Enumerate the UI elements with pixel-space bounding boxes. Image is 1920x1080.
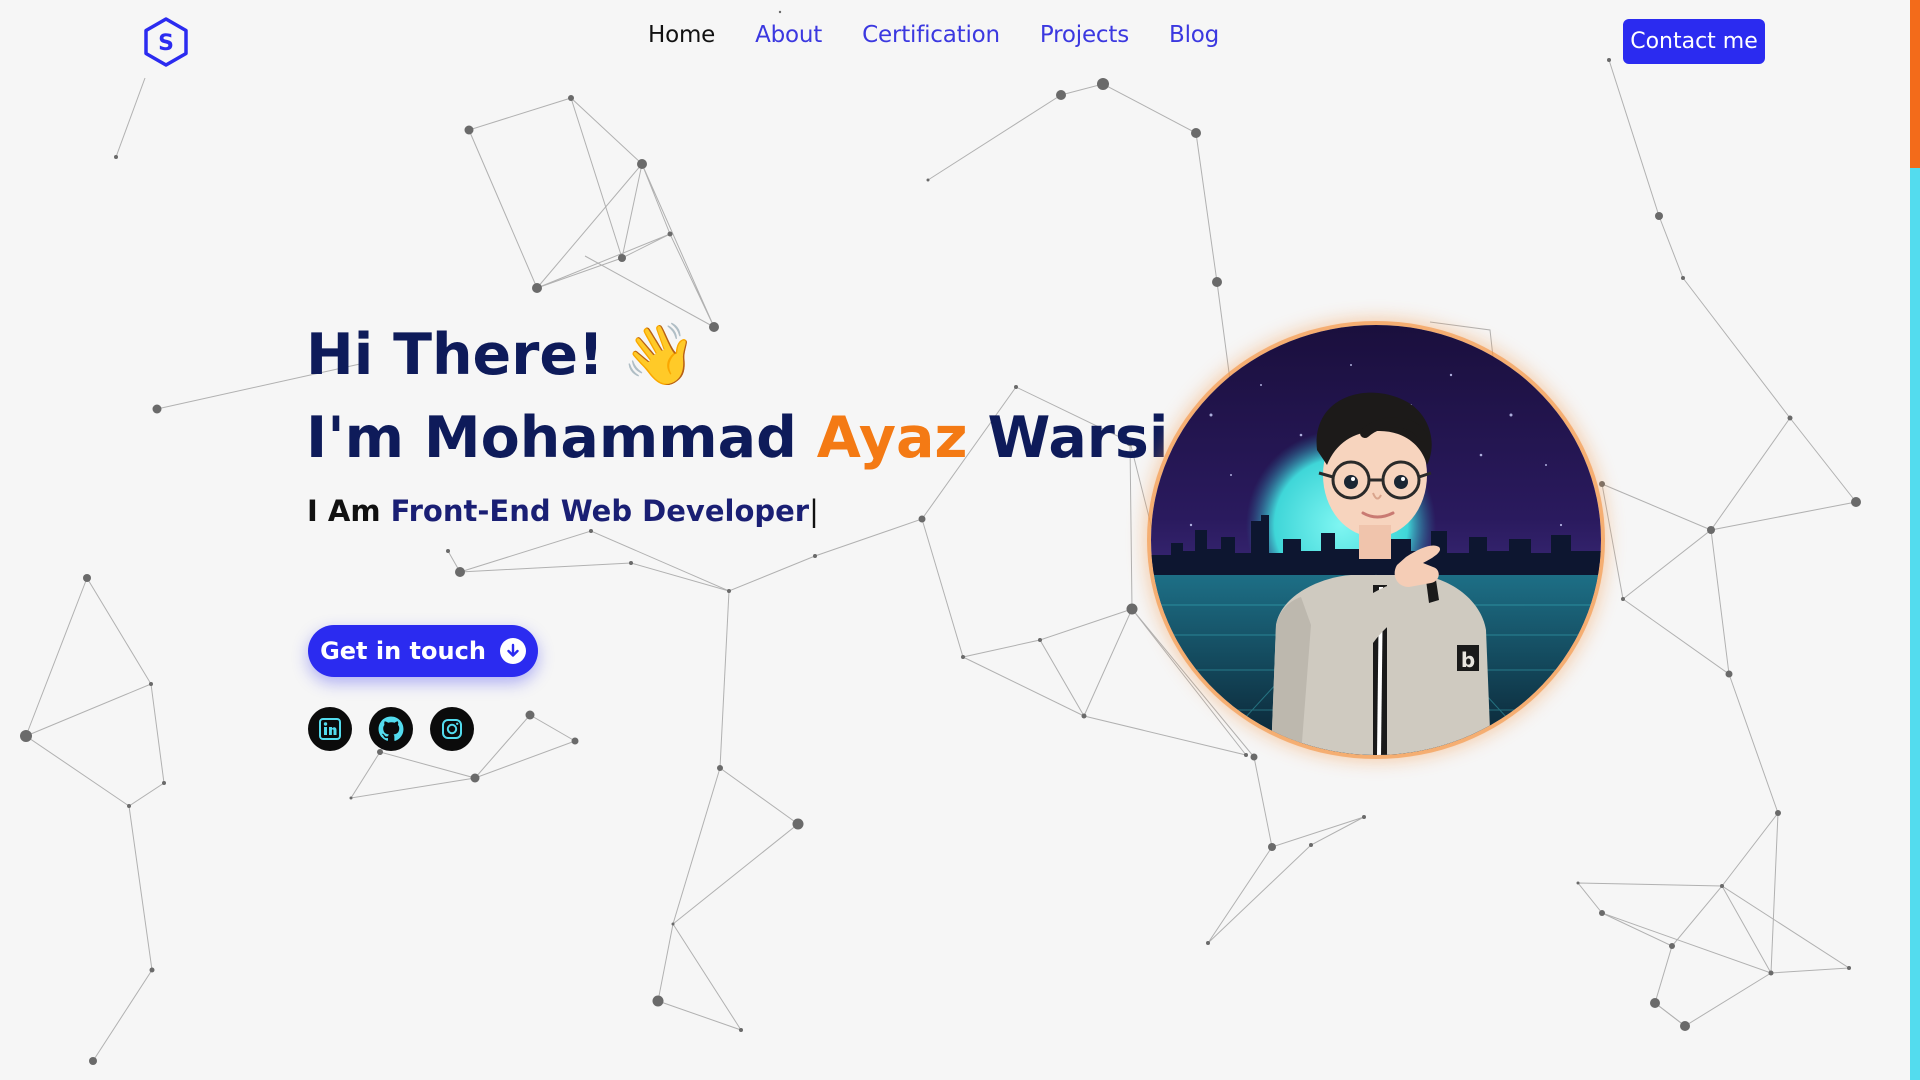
tagline-role: Front-End Web Developer bbox=[390, 494, 810, 528]
get-in-touch-label: Get in touch bbox=[320, 637, 486, 665]
profile-avatar: b bbox=[1151, 325, 1601, 755]
nav-home[interactable]: Home bbox=[648, 22, 715, 48]
get-in-touch-button[interactable]: Get in touch bbox=[308, 625, 538, 677]
svg-text:b: b bbox=[1461, 648, 1475, 672]
logo-letter: S bbox=[158, 31, 174, 56]
social-links bbox=[308, 707, 474, 751]
hero-name-last: Warsi bbox=[987, 405, 1169, 471]
hexagon-logo-icon: S bbox=[144, 17, 188, 67]
site-logo[interactable]: S bbox=[140, 16, 192, 68]
page-scroll-thumb[interactable] bbox=[1910, 0, 1920, 168]
tagline-prefix: I Am bbox=[307, 494, 381, 528]
instagram-icon bbox=[442, 719, 462, 739]
github-link[interactable] bbox=[369, 707, 413, 751]
hero-greeting: Hi There! bbox=[306, 322, 604, 388]
instagram-link[interactable] bbox=[430, 707, 474, 751]
nav-about[interactable]: About bbox=[755, 22, 822, 48]
arrow-down-circle-icon bbox=[499, 638, 526, 664]
linkedin-icon bbox=[319, 718, 341, 740]
waving-hand-icon: 👋 bbox=[621, 320, 697, 390]
github-icon bbox=[378, 716, 404, 741]
avatar-illustration: b bbox=[1151, 325, 1601, 755]
hero-intro-prefix: I'm Mohammad bbox=[306, 405, 797, 471]
typing-caret: | bbox=[809, 494, 819, 528]
contact-me-button[interactable]: Contact me bbox=[1623, 19, 1765, 64]
linkedin-link[interactable] bbox=[308, 707, 352, 751]
hero-name-accent: Ayaz bbox=[816, 405, 968, 471]
nav-certification[interactable]: Certification bbox=[862, 22, 1000, 48]
particle-network-background bbox=[20, 10, 1861, 1065]
nav-blog[interactable]: Blog bbox=[1169, 22, 1219, 48]
hero-tagline: I Am Front-End Web Developer| bbox=[307, 494, 819, 528]
main-nav: Home About Certification Projects Blog bbox=[648, 22, 1219, 48]
hero-greeting-line: Hi There! 👋 bbox=[306, 322, 697, 388]
hero-name-line: I'm Mohammad Ayaz Warsi bbox=[306, 405, 1168, 471]
nav-projects[interactable]: Projects bbox=[1040, 22, 1129, 48]
